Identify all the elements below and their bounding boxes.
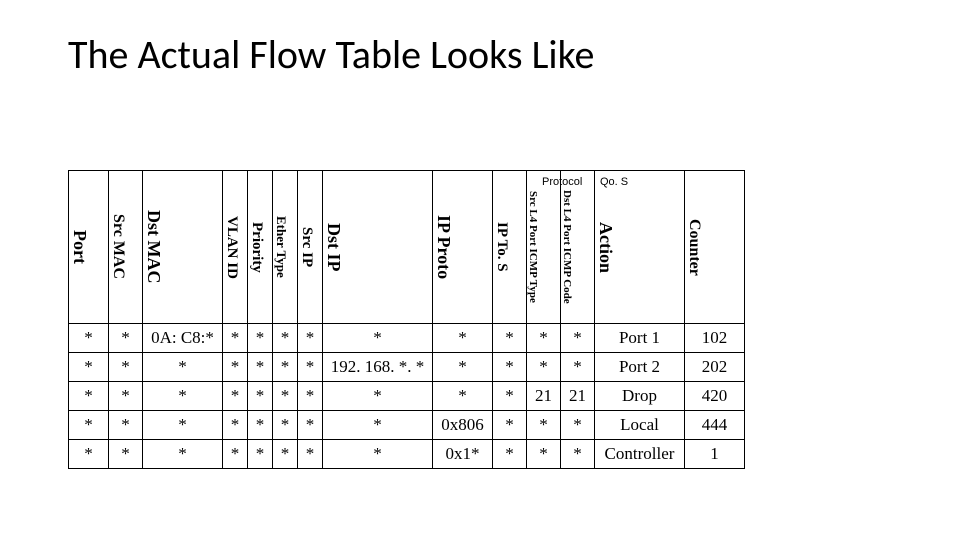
cell-src_mac: *: [109, 353, 143, 382]
cell-priority: *: [248, 411, 273, 440]
cell-dst_ip: *: [323, 324, 433, 353]
cell-src_mac: *: [109, 411, 143, 440]
cell-vlan_id: *: [223, 440, 248, 469]
cell-counter: 420: [685, 382, 745, 411]
col-vlan-id: VLAN ID: [223, 171, 248, 324]
cell-dst_l4: 21: [561, 382, 595, 411]
col-priority: Priority: [248, 171, 273, 324]
cell-counter: 202: [685, 353, 745, 382]
cell-ether_type: *: [273, 324, 298, 353]
cell-action: Drop: [595, 382, 685, 411]
cell-dst_ip: *: [323, 411, 433, 440]
cell-ether_type: *: [273, 411, 298, 440]
cell-vlan_id: *: [223, 382, 248, 411]
cell-src_l4: *: [527, 440, 561, 469]
table-row: **********2121Drop420: [69, 382, 745, 411]
cell-ip_tos: *: [493, 411, 527, 440]
cell-port: *: [69, 324, 109, 353]
col-src-l4: Src L4 Port ICMP Type: [527, 171, 561, 324]
cell-src_ip: *: [298, 353, 323, 382]
col-src-ip: Src IP: [298, 171, 323, 324]
cell-vlan_id: *: [223, 411, 248, 440]
cell-src_ip: *: [298, 440, 323, 469]
cell-port: *: [69, 353, 109, 382]
cell-ip_tos: *: [493, 353, 527, 382]
cell-dst_mac: *: [143, 411, 223, 440]
cell-src_l4: *: [527, 324, 561, 353]
col-dst-l4: Dst L4 Port ICMP Code: [561, 171, 595, 324]
page-title: The Actual Flow Table Looks Like: [68, 30, 594, 79]
cell-ether_type: *: [273, 440, 298, 469]
cell-ip_proto: *: [433, 324, 493, 353]
cell-src_ip: *: [298, 411, 323, 440]
col-action: Action: [595, 171, 685, 324]
cell-vlan_id: *: [223, 324, 248, 353]
cell-ip_tos: *: [493, 382, 527, 411]
cell-port: *: [69, 382, 109, 411]
col-ip-tos: IP To. S: [493, 171, 527, 324]
col-dst-ip: Dst IP: [323, 171, 433, 324]
cell-dst_ip: *: [323, 440, 433, 469]
cell-dst_mac: *: [143, 440, 223, 469]
table-header-row: Port Src MAC Dst MAC VLAN ID Priority Et…: [69, 171, 745, 324]
cell-ip_proto: 0x806: [433, 411, 493, 440]
cell-action: Port 2: [595, 353, 685, 382]
cell-action: Controller: [595, 440, 685, 469]
cell-port: *: [69, 411, 109, 440]
table-body: **0A: C8:**********Port 1102*******192. …: [69, 324, 745, 469]
cell-dst_ip: 192. 168. *. *: [323, 353, 433, 382]
cell-dst_l4: *: [561, 440, 595, 469]
cell-dst_mac: *: [143, 353, 223, 382]
table-row: ********0x1****Controller1: [69, 440, 745, 469]
cell-ip_tos: *: [493, 324, 527, 353]
cell-src_l4: 21: [527, 382, 561, 411]
col-ether-type: Ether Type: [273, 171, 298, 324]
cell-vlan_id: *: [223, 353, 248, 382]
cell-ip_proto: *: [433, 353, 493, 382]
cell-src_ip: *: [298, 324, 323, 353]
cell-action: Port 1: [595, 324, 685, 353]
cell-ip_proto: *: [433, 382, 493, 411]
cell-ip_tos: *: [493, 440, 527, 469]
table-row: ********0x806***Local444: [69, 411, 745, 440]
col-port: Port: [69, 171, 109, 324]
cell-counter: 1: [685, 440, 745, 469]
col-src-mac: Src MAC: [109, 171, 143, 324]
cell-priority: *: [248, 353, 273, 382]
table-row: *******192. 168. *. *****Port 2202: [69, 353, 745, 382]
cell-action: Local: [595, 411, 685, 440]
cell-ether_type: *: [273, 382, 298, 411]
cell-ether_type: *: [273, 353, 298, 382]
cell-src_mac: *: [109, 382, 143, 411]
cell-port: *: [69, 440, 109, 469]
cell-priority: *: [248, 324, 273, 353]
cell-counter: 102: [685, 324, 745, 353]
cell-priority: *: [248, 440, 273, 469]
cell-src_mac: *: [109, 324, 143, 353]
col-counter: Counter: [685, 171, 745, 324]
cell-dst_ip: *: [323, 382, 433, 411]
cell-priority: *: [248, 382, 273, 411]
cell-counter: 444: [685, 411, 745, 440]
table-row: **0A: C8:**********Port 1102: [69, 324, 745, 353]
col-ip-proto: IP Proto: [433, 171, 493, 324]
cell-src_l4: *: [527, 411, 561, 440]
flow-table: Port Src MAC Dst MAC VLAN ID Priority Et…: [68, 170, 745, 469]
cell-dst_mac: 0A: C8:*: [143, 324, 223, 353]
col-dst-mac: Dst MAC: [143, 171, 223, 324]
cell-src_ip: *: [298, 382, 323, 411]
cell-ip_proto: 0x1*: [433, 440, 493, 469]
cell-dst_l4: *: [561, 324, 595, 353]
cell-src_mac: *: [109, 440, 143, 469]
cell-src_l4: *: [527, 353, 561, 382]
cell-dst_l4: *: [561, 411, 595, 440]
cell-dst_mac: *: [143, 382, 223, 411]
cell-dst_l4: *: [561, 353, 595, 382]
